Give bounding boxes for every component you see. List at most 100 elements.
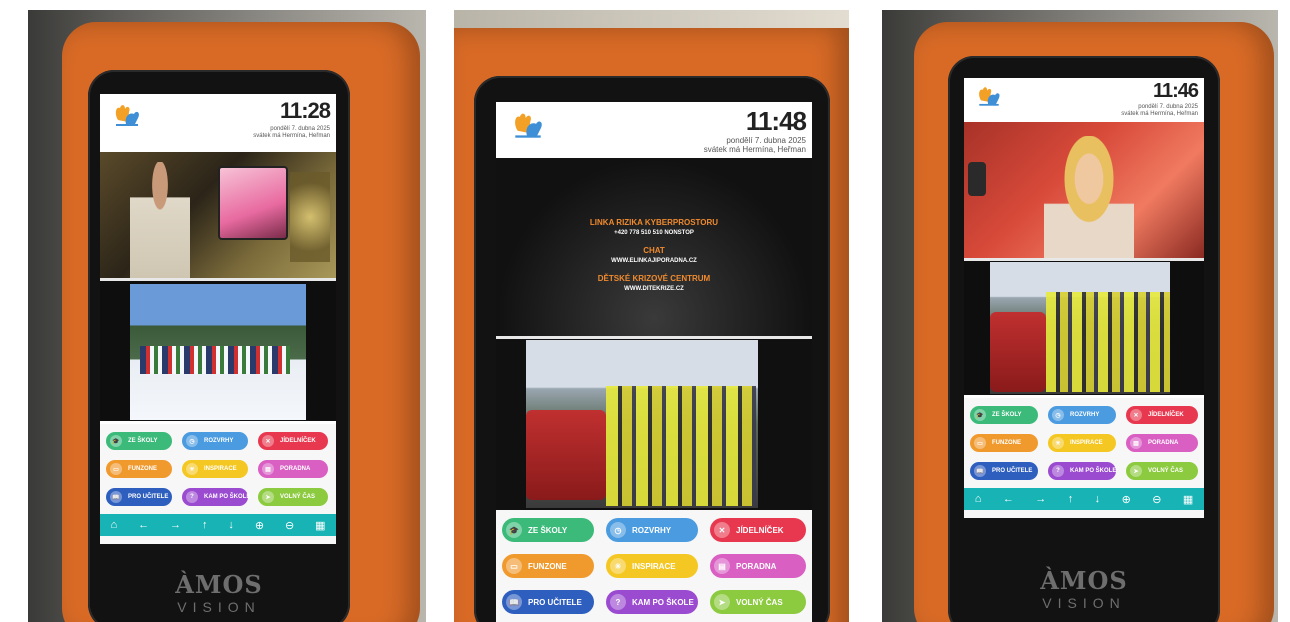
zoom-out-icon[interactable]: ⊖ [1152, 493, 1161, 506]
menu-button-ze-skoly[interactable]: 🎓 ZE ŠKOLY [502, 518, 594, 542]
menu-button-pro-ucitele[interactable]: 📖 PRO UČITELE [106, 488, 172, 506]
arrow-down-icon[interactable]: ↓ [1095, 493, 1101, 505]
arrow-right-icon[interactable]: → [170, 519, 181, 531]
game-controller-icon: ▭ [506, 558, 522, 574]
book-icon: 📖 [506, 594, 522, 610]
menu-button-poradna[interactable]: ▤ PORADNA [710, 554, 806, 578]
cutlery-icon: ✕ [714, 522, 730, 538]
red-car [526, 410, 606, 500]
cutlery-icon: ✕ [262, 435, 274, 447]
lightbulb-icon: ☀ [1052, 437, 1064, 449]
home-icon[interactable]: ⌂ [975, 493, 982, 505]
menu-button-kam-po-skole[interactable]: ? KAM PO ŠKOLE [606, 590, 698, 614]
students-group [606, 386, 756, 506]
menu-label: ROZVRHY [1070, 412, 1100, 418]
graduation-cap-icon: 🎓 [974, 409, 986, 421]
menu-label: VOLNÝ ČAS [280, 494, 316, 500]
menu-button-pro-ucitele[interactable]: 📖 PRO UČITELE [502, 590, 594, 614]
menu-button-inspirace[interactable]: ☀ INSPIRACE [182, 460, 248, 478]
document-icon: ▤ [1130, 437, 1142, 449]
menu-label: PRO UČITELE [992, 468, 1033, 474]
menu-button-jidelnicek[interactable]: ✕ JÍDELNÍČEK [1126, 406, 1198, 424]
menu-button-inspirace[interactable]: ☀ INSPIRACE [1048, 434, 1116, 452]
kiosk-screen: 11:48 pondělí 7. dubna 2025 svátek má He… [496, 102, 812, 622]
menu-panel: 🎓 ZE ŠKOLY ◷ ROZVRHY ✕ JÍDELNÍČEK ▭ FUNZONE … [496, 510, 812, 622]
hands-logo-icon [515, 113, 542, 138]
arrow-up-icon[interactable]: ↑ [1068, 493, 1074, 505]
game-controller-icon: ▭ [110, 463, 122, 475]
menu-button-poradna[interactable]: ▤ PORADNA [1126, 434, 1198, 452]
menu-label: JÍDELNÍČEK [1148, 412, 1184, 418]
kiosk-bezel: 11:46 pondělí 7. dubna 2025 svátek má He… [948, 56, 1220, 622]
menu-button-funzone[interactable]: ▭ FUNZONE [502, 554, 594, 578]
menu-label: FUNZONE [528, 561, 567, 571]
menu-label: PORADNA [1148, 440, 1179, 446]
zoom-in-icon[interactable]: ⊕ [1122, 493, 1131, 506]
video-frame-room [100, 152, 336, 278]
menu-label: KAM PO ŠKOLE [204, 494, 251, 500]
info-line-3: WWW.DITEKRIZE.CZ [624, 286, 684, 292]
menu-label: ROZVRHY [632, 525, 672, 535]
clock-icon: ◷ [610, 522, 626, 538]
document-icon: ▤ [714, 558, 730, 574]
zoom-in-icon[interactable]: ⊕ [255, 519, 264, 532]
clock-icon: ◷ [186, 435, 198, 447]
keyboard-icon[interactable]: ▦ [315, 519, 325, 532]
menu-button-poradna[interactable]: ▤ PORADNA [258, 460, 328, 478]
phone-overlay-image [218, 166, 288, 240]
arrow-right-icon[interactable]: → [1035, 493, 1046, 505]
date-display: pondělí 7. dubna 2025 svátek má Hermína,… [1121, 104, 1198, 118]
menu-button-volny-cas[interactable]: ➤ VOLNÝ ČAS [1126, 462, 1198, 480]
menu-button-jidelnicek[interactable]: ✕ JÍDELNÍČEK [710, 518, 806, 542]
document-icon: ▤ [262, 463, 274, 475]
question-icon: ? [186, 491, 198, 503]
home-icon[interactable]: ⌂ [110, 519, 117, 531]
screen-header: 11:48 pondělí 7. dubna 2025 svátek má He… [496, 102, 812, 158]
menu-label: ROZVRHY [204, 438, 234, 444]
menu-button-funzone[interactable]: ▭ FUNZONE [106, 460, 172, 478]
video-frame-selfie [964, 122, 1204, 258]
nameday-line: svátek má Hermína, Heřman [253, 132, 330, 139]
brand-line-1: ÀMOS [1040, 566, 1128, 595]
menu-label: KAM PO ŠKOLE [632, 597, 694, 607]
question-icon: ? [1052, 465, 1064, 477]
nav-bar: ⌂ ← → ↑ ↓ ⊕ ⊖ ▦ [964, 488, 1204, 510]
kiosk-bezel: 11:28 pondělí 7. dubna 2025 svátek má He… [88, 70, 350, 622]
photo-car-museum [526, 340, 758, 508]
menu-button-jidelnicek[interactable]: ✕ JÍDELNÍČEK [258, 432, 328, 450]
lightbulb-icon: ☀ [610, 558, 626, 574]
question-icon: ? [610, 594, 626, 610]
graduation-cap-icon: 🎓 [506, 522, 522, 538]
menu-button-inspirace[interactable]: ☀ INSPIRACE [606, 554, 698, 578]
menu-label: ZE ŠKOLY [528, 525, 568, 535]
menu-label: ZE ŠKOLY [992, 412, 1022, 418]
menu-button-kam-po-skole[interactable]: ? KAM PO ŠKOLE [182, 488, 251, 506]
menu-button-kam-po-skole[interactable]: ? KAM PO ŠKOLE [1048, 462, 1116, 480]
date-display: pondělí 7. dubna 2025 svátek má Hermína,… [704, 136, 806, 154]
menu-button-rozvrhy[interactable]: ◷ ROZVRHY [1048, 406, 1116, 424]
menu-button-pro-ucitele[interactable]: 📖 PRO UČITELE [970, 462, 1038, 480]
clock-display: 11:46 [1152, 80, 1199, 102]
keyboard-icon[interactable]: ▦ [1183, 493, 1193, 506]
menu-label: PORADNA [736, 561, 777, 571]
menu-button-ze-skoly[interactable]: 🎓 ZE ŠKOLY [106, 432, 172, 450]
menu-button-rozvrhy[interactable]: ◷ ROZVRHY [182, 432, 248, 450]
arrow-left-icon[interactable]: ← [138, 519, 149, 531]
brand-logo: ÀMOS VISION [88, 570, 350, 615]
menu-label: KAM PO ŠKOLE [1070, 468, 1117, 474]
menu-button-volny-cas[interactable]: ➤ VOLNÝ ČAS [710, 590, 806, 614]
arrow-left-icon[interactable]: ← [1003, 493, 1014, 505]
menu-button-funzone[interactable]: ▭ FUNZONE [970, 434, 1038, 452]
menu-panel: 🎓 ZE ŠKOLY ◷ ROZVRHY ✕ JÍDELNÍČEK ▭ FUNZONE … [964, 398, 1204, 518]
menu-button-volny-cas[interactable]: ➤ VOLNÝ ČAS [258, 488, 328, 506]
menu-label: INSPIRACE [1070, 440, 1103, 446]
menu-button-ze-skoly[interactable]: 🎓 ZE ŠKOLY [970, 406, 1038, 424]
menu-label: FUNZONE [992, 440, 1021, 446]
arrow-down-icon[interactable]: ↓ [228, 519, 234, 531]
zoom-out-icon[interactable]: ⊖ [285, 519, 294, 532]
date-line: pondělí 7. dubna 2025 [270, 126, 330, 132]
menu-button-rozvrhy[interactable]: ◷ ROZVRHY [606, 518, 698, 542]
info-slide: LINKA RIZIKA KYBERPROSTORU +420 778 510 … [496, 158, 812, 336]
date-line: pondělí 7. dubna 2025 [726, 136, 806, 145]
arrow-up-icon[interactable]: ↑ [202, 519, 208, 531]
